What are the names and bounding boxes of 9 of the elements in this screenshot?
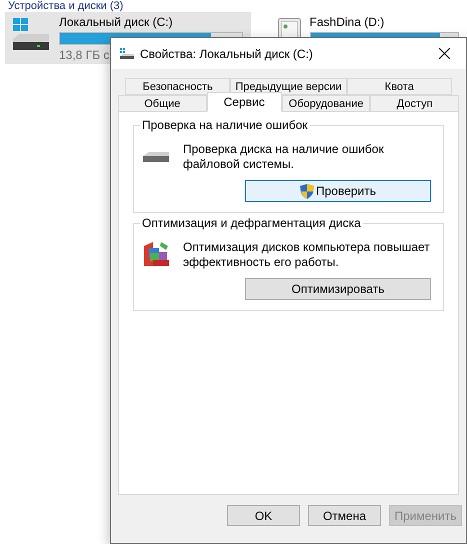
drive-name: Локальный диск (C:) xyxy=(59,15,174,29)
free-space: 13,8 ГБ с xyxy=(59,48,110,62)
section-title: Устройства и диски (3) xyxy=(8,0,124,12)
group-description: Оптимизация дисков компьютера повышает эффективность его работы. xyxy=(183,240,431,270)
group-title: Оптимизация и дефрагментация диска xyxy=(140,216,363,230)
group-title: Проверка на наличие ошибок xyxy=(140,118,310,132)
window-title: Свойства: Локальный диск (C:) xyxy=(140,46,313,62)
drive-name: FashDina (D:) xyxy=(310,15,386,29)
group-description: Проверка диска на наличие ошибок файловой системы. xyxy=(183,142,385,172)
